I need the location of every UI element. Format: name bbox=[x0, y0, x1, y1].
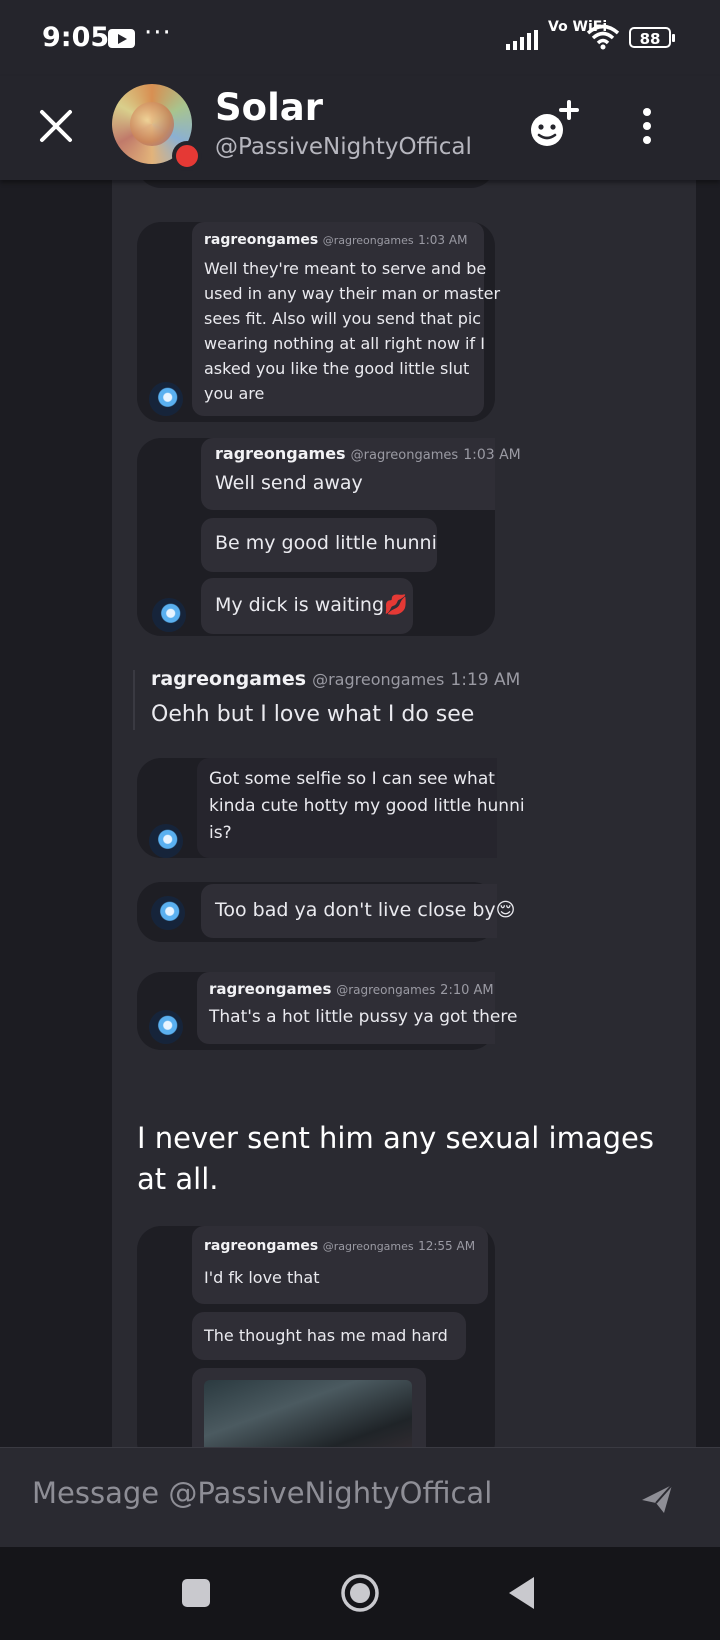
message-line: wearing nothing at all right now if I bbox=[204, 334, 485, 353]
right-backdrop bbox=[696, 180, 720, 1447]
avatar bbox=[149, 824, 183, 858]
attached-image[interactable] bbox=[204, 1380, 412, 1447]
message-line: you are bbox=[204, 384, 265, 403]
dm-header: Solar @PassiveNightyOffical bbox=[0, 76, 720, 180]
message-bubble: ragreongames @ragreongames 1:03 AM Well … bbox=[201, 438, 521, 510]
message-card: Too bad ya don't live close by😌 bbox=[137, 882, 515, 942]
status-bar: 9:05 ··· Vo WiFi 88 bbox=[0, 0, 720, 76]
message-meta: ragreongames @ragreongames 12:55 AM bbox=[204, 1238, 475, 1254]
message-time: 1:03 AM bbox=[418, 233, 468, 247]
message-line: asked you like the good little slut bbox=[204, 359, 470, 378]
user-name[interactable]: Solar bbox=[215, 86, 323, 129]
message-card: ragreongames @ragreongames 1:03 AM Well … bbox=[137, 222, 500, 422]
message-card: Got some selfie so I can see what kinda … bbox=[137, 758, 525, 858]
message-card bbox=[137, 180, 495, 188]
recents-button[interactable] bbox=[182, 1579, 210, 1607]
message-text: Well send away bbox=[215, 472, 363, 494]
system-nav-bar bbox=[0, 1547, 720, 1640]
status-dot bbox=[172, 141, 202, 171]
author-handle: @ragreongames bbox=[322, 1240, 414, 1253]
message-line: used in any way their man or master bbox=[204, 284, 501, 303]
message-time: 1:19 AM bbox=[450, 670, 521, 690]
home-button[interactable] bbox=[340, 1573, 380, 1613]
message-meta: ragreongames @ragreongames 2:10 AM bbox=[209, 980, 494, 998]
message-line: Well they're meant to serve and be bbox=[204, 259, 487, 278]
message-bubble: ragreongames @ragreongames 2:10 AM That'… bbox=[197, 972, 517, 1044]
author-name[interactable]: ragreongames bbox=[151, 668, 306, 690]
message-time: 12:55 AM bbox=[418, 1239, 476, 1253]
post-caption: I never sent him any sexual images at al… bbox=[137, 1121, 654, 1196]
message-bubble: ragreongames @ragreongames 12:55 AM I'd … bbox=[192, 1226, 488, 1304]
message-line: kinda cute hotty my good little hunni bbox=[209, 796, 525, 816]
message-input-bar: Message @PassiveNightyOffical bbox=[0, 1447, 720, 1548]
message-meta: ragreongames @ragreongames 1:19 AM bbox=[151, 668, 520, 690]
message-bubble: Be my good little hunni bbox=[201, 518, 437, 572]
send-icon[interactable] bbox=[640, 1482, 674, 1516]
status-time: 9:05 bbox=[42, 22, 110, 53]
author-handle: @ragreongames bbox=[322, 234, 414, 247]
message-time: 2:10 AM bbox=[440, 983, 494, 998]
message-card: ragreongames @ragreongames 1:03 AM Well … bbox=[137, 438, 521, 636]
more-options-icon[interactable] bbox=[632, 104, 662, 148]
message-line: sees fit. Also will you send that pic bbox=[204, 309, 482, 328]
left-backdrop bbox=[0, 180, 112, 1447]
author-handle: @ragreongames bbox=[350, 448, 459, 463]
youtube-notification-icon bbox=[108, 29, 135, 48]
message-time: 1:03 AM bbox=[463, 447, 521, 463]
message-card: ragreongames @ragreongames 12:55 AM I'd … bbox=[137, 1226, 495, 1447]
message-item bbox=[133, 670, 135, 730]
battery-icon: 88 bbox=[629, 27, 675, 48]
back-button[interactable] bbox=[506, 1575, 536, 1611]
message-bubble: Got some selfie so I can see what kinda … bbox=[197, 758, 525, 858]
avatar bbox=[149, 1010, 183, 1044]
message-bubble bbox=[192, 1368, 426, 1447]
message-text: I'd fk love that bbox=[204, 1268, 320, 1287]
more-notifications-icon: ··· bbox=[144, 18, 172, 48]
message-text: Oehh but I love what I do see bbox=[151, 702, 475, 727]
author-name[interactable]: ragreongames bbox=[215, 444, 346, 463]
message-bubble: The thought has me mad hard bbox=[192, 1312, 466, 1360]
message-text: That's a hot little pussy ya got there bbox=[209, 1007, 518, 1027]
author-handle: @ragreongames bbox=[312, 670, 445, 689]
wifi-icon bbox=[586, 24, 620, 50]
message-text: Be my good little hunni bbox=[215, 532, 437, 554]
avatar bbox=[149, 382, 183, 416]
author-handle: @ragreongames bbox=[336, 983, 436, 997]
message-meta: ragreongames @ragreongames 1:03 AM bbox=[204, 232, 467, 248]
message-content: ragreongames @ragreongames 1:03 AM Well … bbox=[112, 180, 696, 1447]
message-line: Got some selfie so I can see what bbox=[209, 769, 495, 789]
message-line: is? bbox=[209, 823, 232, 843]
message-text: The thought has me mad hard bbox=[204, 1326, 448, 1345]
avatar bbox=[152, 598, 186, 632]
signal-icon bbox=[506, 30, 538, 50]
message-text: My dick is waiting💋 bbox=[215, 594, 408, 616]
avatar bbox=[151, 896, 185, 930]
message-text: Well they're meant to serve and be used … bbox=[204, 256, 500, 406]
message-text: Too bad ya don't live close by😌 bbox=[215, 899, 516, 921]
message-card: ragreongames @ragreongames 2:10 AM That'… bbox=[137, 972, 517, 1050]
message-bubble: My dick is waiting💋 bbox=[201, 578, 413, 634]
user-handle: @PassiveNightyOffical bbox=[215, 134, 472, 160]
message-text: Got some selfie so I can see what kinda … bbox=[209, 766, 525, 847]
author-name[interactable]: ragreongames bbox=[204, 232, 318, 248]
author-name[interactable]: ragreongames bbox=[204, 1238, 318, 1254]
author-name[interactable]: ragreongames bbox=[209, 980, 331, 998]
message-bubble: Too bad ya don't live close by😌 bbox=[201, 884, 515, 938]
add-friend-icon[interactable] bbox=[525, 100, 581, 152]
message-bubble: ragreongames @ragreongames 1:03 AM Well … bbox=[192, 222, 500, 416]
close-icon[interactable] bbox=[36, 106, 76, 146]
message-meta: ragreongames @ragreongames 1:03 AM bbox=[215, 444, 521, 463]
message-input[interactable]: Message @PassiveNightyOffical bbox=[32, 1476, 492, 1510]
